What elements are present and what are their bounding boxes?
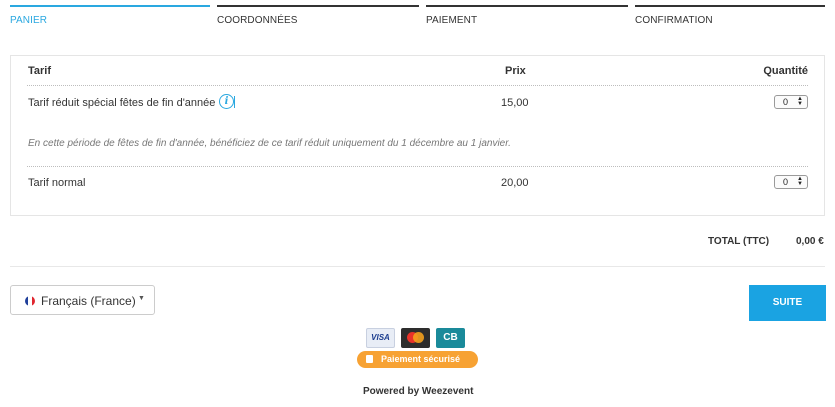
rates-table: Tarif Prix Quantité Tarif réduit spécial… bbox=[10, 55, 825, 216]
quantity-select-normal[interactable]: 0 ▲ ▼ bbox=[774, 175, 808, 189]
step-coordonnees: COORDONNÉES bbox=[217, 5, 419, 35]
quantity-value: 0 bbox=[783, 97, 789, 107]
visa-logo: VISA bbox=[366, 328, 395, 348]
language-label: Français (France) bbox=[41, 294, 136, 308]
row-divider bbox=[27, 85, 808, 86]
language-select[interactable]: Français (France) ▼ bbox=[10, 285, 155, 315]
mastercard-logo bbox=[401, 328, 430, 348]
row-divider bbox=[27, 166, 808, 167]
header-quantite: Quantité bbox=[763, 65, 808, 77]
header-prix: Prix bbox=[505, 65, 526, 77]
rate-name-normal: Tarif normal bbox=[28, 177, 86, 189]
up-down-arrows-icon: ▲ ▼ bbox=[797, 96, 803, 107]
cb-logo: CB bbox=[436, 328, 465, 348]
up-down-arrows-icon: ▲ ▼ bbox=[797, 176, 803, 187]
info-icon[interactable]: i bbox=[219, 94, 234, 109]
total-value: 0,00 € bbox=[796, 236, 824, 247]
text-cursor bbox=[234, 96, 235, 108]
secure-payment-label: Paiement sécurisé bbox=[381, 354, 461, 364]
secure-payment-badge: Paiement sécurisé bbox=[357, 351, 478, 368]
rate-price-reduced: 15,00 bbox=[501, 97, 529, 109]
france-flag-icon bbox=[25, 296, 35, 306]
quantity-value: 0 bbox=[783, 177, 789, 187]
chevron-down-icon: ▼ bbox=[138, 295, 145, 302]
divider bbox=[10, 266, 825, 267]
total-label: TOTAL (TTC) bbox=[708, 236, 770, 247]
rate-description: En cette période de fêtes de fin d'année… bbox=[28, 138, 511, 149]
step-panier[interactable]: PANIER bbox=[10, 5, 210, 35]
rate-price-normal: 20,00 bbox=[501, 177, 529, 189]
rate-name-reduced: Tarif réduit spécial fêtes de fin d'anné… bbox=[28, 97, 216, 109]
suite-button[interactable]: SUITE bbox=[749, 285, 826, 321]
step-confirmation: CONFIRMATION bbox=[635, 5, 825, 35]
step-paiement: PAIEMENT bbox=[426, 5, 628, 35]
checkout-steps: PANIER COORDONNÉES PAIEMENT CONFIRMATION bbox=[10, 5, 825, 35]
lock-icon bbox=[366, 355, 373, 363]
quantity-select-reduced[interactable]: 0 ▲ ▼ bbox=[774, 95, 808, 109]
header-tarif: Tarif bbox=[28, 65, 52, 77]
powered-by: Powered by Weezevent bbox=[363, 386, 474, 397]
